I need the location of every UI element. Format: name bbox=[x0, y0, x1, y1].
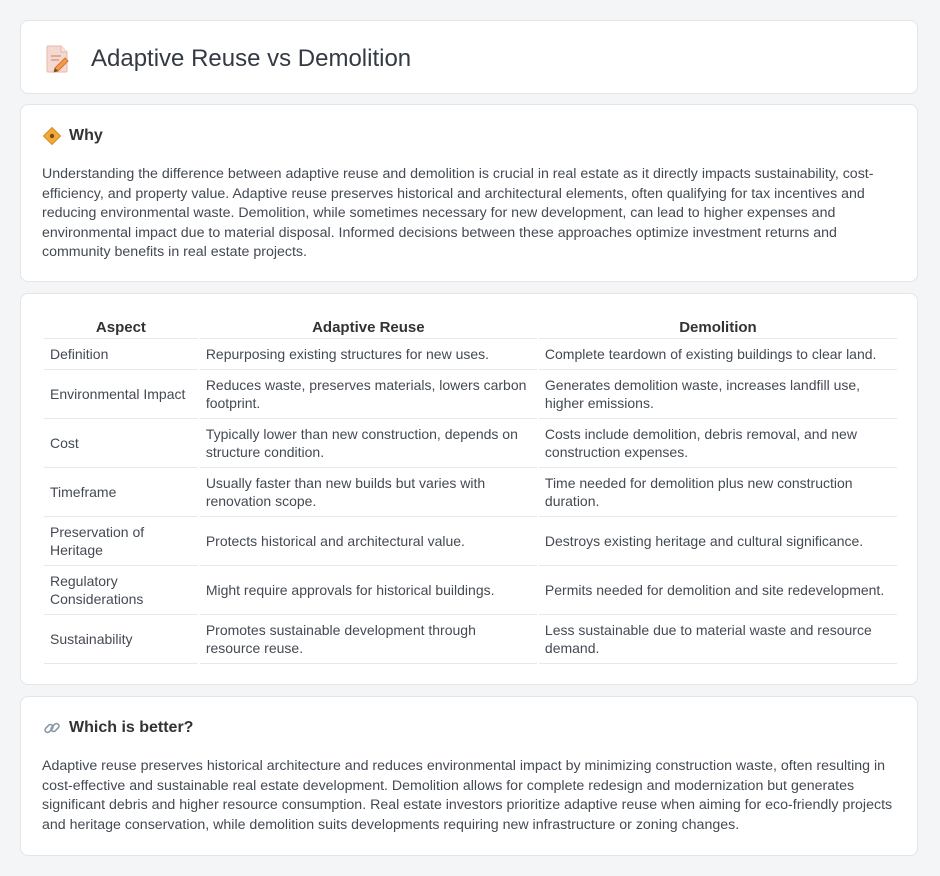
table-header-row: Aspect Adaptive Reuse Demolition bbox=[44, 316, 897, 339]
adaptive-reuse-cell: Reduces waste, preserves materials, lowe… bbox=[199, 370, 537, 419]
column-header-adaptive-reuse: Adaptive Reuse bbox=[199, 316, 537, 339]
comparison-table: Aspect Adaptive Reuse Demolition Definit… bbox=[42, 316, 899, 664]
adaptive-reuse-cell: Promotes sustainable development through… bbox=[199, 615, 537, 664]
aspect-cell: Timeframe bbox=[44, 468, 198, 517]
aspect-cell: Sustainability bbox=[44, 615, 198, 664]
demolition-cell: Destroys existing heritage and cultural … bbox=[538, 517, 897, 566]
header-card: Adaptive Reuse vs Demolition bbox=[20, 20, 918, 94]
demolition-cell: Complete teardown of existing buildings … bbox=[538, 339, 897, 370]
page-title: Adaptive Reuse vs Demolition bbox=[91, 45, 412, 72]
better-title: Which is better? bbox=[69, 719, 194, 736]
table-row: Definition Repurposing existing structur… bbox=[44, 339, 897, 370]
comparison-card: Aspect Adaptive Reuse Demolition Definit… bbox=[20, 293, 918, 685]
aspect-cell: Environmental Impact bbox=[44, 370, 198, 419]
table-row: Preservation of Heritage Protects histor… bbox=[44, 517, 897, 566]
adaptive-reuse-cell: Might require approvals for historical b… bbox=[199, 566, 537, 615]
why-card: Why Understanding the difference between… bbox=[20, 104, 918, 282]
demolition-cell: Time needed for demolition plus new cons… bbox=[538, 468, 897, 517]
adaptive-reuse-cell: Repurposing existing structures for new … bbox=[199, 339, 537, 370]
diamond-sign-icon bbox=[42, 126, 62, 146]
table-row: Timeframe Usually faster than new builds… bbox=[44, 468, 897, 517]
demolition-cell: Less sustainable due to material waste a… bbox=[538, 615, 897, 664]
aspect-cell: Definition bbox=[44, 339, 198, 370]
aspect-cell: Preservation of Heritage bbox=[44, 517, 198, 566]
why-heading: Why bbox=[42, 126, 103, 146]
better-heading: Which is better? bbox=[43, 719, 193, 737]
adaptive-reuse-cell: Protects historical and architectural va… bbox=[199, 517, 537, 566]
column-header-demolition: Demolition bbox=[538, 316, 897, 339]
demolition-cell: Costs include demolition, debris removal… bbox=[538, 419, 897, 468]
aspect-cell: Regulatory Considerations bbox=[44, 566, 198, 615]
aspect-cell: Cost bbox=[44, 419, 198, 468]
table-row: Regulatory Considerations Might require … bbox=[44, 566, 897, 615]
why-title: Why bbox=[69, 127, 103, 144]
link-icon bbox=[43, 719, 61, 737]
demolition-cell: Permits needed for demolition and site r… bbox=[538, 566, 897, 615]
table-row: Environmental Impact Reduces waste, pres… bbox=[44, 370, 897, 419]
column-header-aspect: Aspect bbox=[44, 316, 198, 339]
adaptive-reuse-cell: Typically lower than new construction, d… bbox=[199, 419, 537, 468]
table-row: Cost Typically lower than new constructi… bbox=[44, 419, 897, 468]
better-text: Adaptive reuse preserves historical arch… bbox=[42, 758, 893, 833]
demolition-cell: Generates demolition waste, increases la… bbox=[538, 370, 897, 419]
table-row: Sustainability Promotes sustainable deve… bbox=[44, 615, 897, 664]
adaptive-reuse-cell: Usually faster than new builds but varie… bbox=[199, 468, 537, 517]
document-pencil-icon bbox=[45, 44, 71, 74]
title-row: Adaptive Reuse vs Demolition bbox=[45, 42, 411, 76]
why-text: Understanding the difference between ada… bbox=[42, 166, 874, 260]
which-is-better-card: Which is better? Adaptive reuse preserve… bbox=[20, 696, 918, 856]
